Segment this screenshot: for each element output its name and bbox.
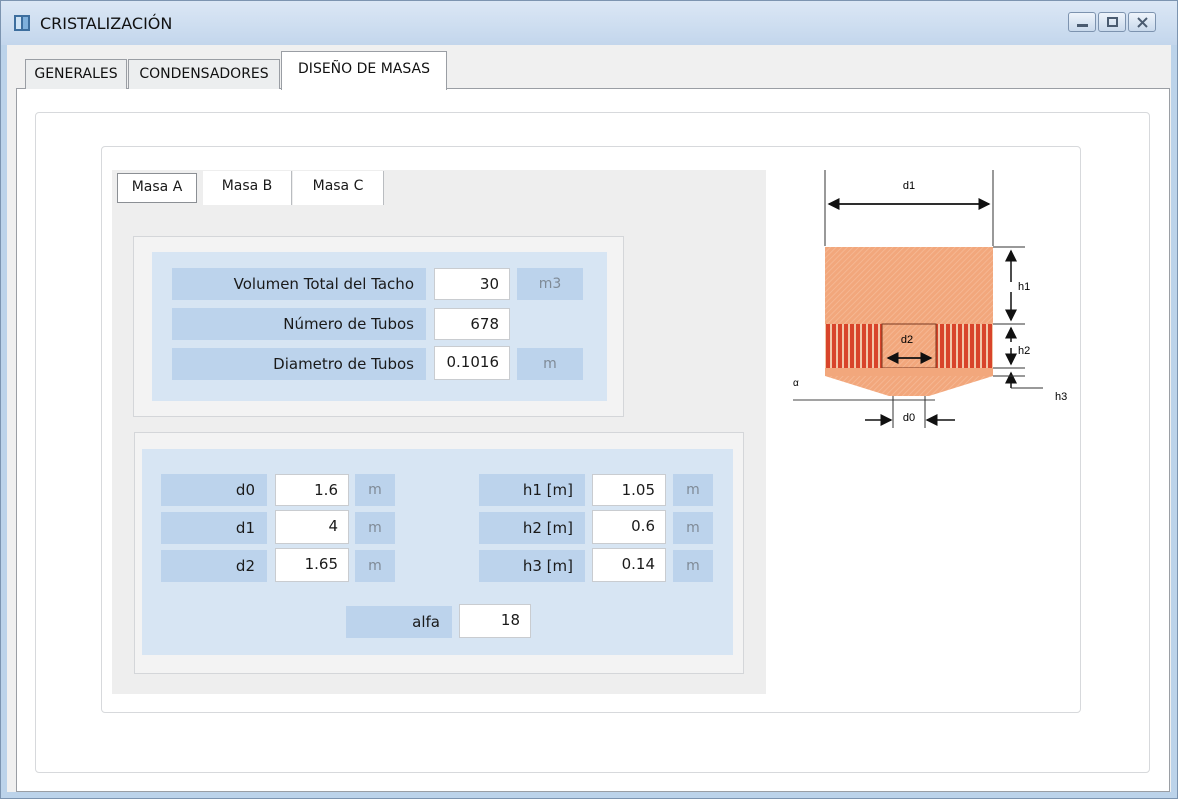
diametro-tubos-unit: m: [517, 348, 583, 380]
vessel-central-downtake: [882, 324, 936, 368]
tab-condensadores[interactable]: CONDENSADORES: [128, 59, 280, 89]
numero-tubos-label: Número de Tubos: [172, 308, 426, 340]
alfa-label: alfa: [346, 606, 452, 638]
h2-unit: m: [673, 512, 713, 544]
h1-label: h1 [m]: [479, 474, 585, 506]
tab-generales[interactable]: GENERALES: [25, 59, 127, 89]
volumen-field[interactable]: 30: [434, 268, 510, 300]
h1-unit: m: [673, 474, 713, 506]
vessel-diagram: d1 d2 α d0 h1 h2 h3: [793, 170, 1067, 428]
window-title: CRISTALIZACIÓN: [40, 14, 173, 33]
d1-label: d1: [161, 512, 267, 544]
minimize-button[interactable]: [1068, 12, 1096, 32]
subtab-masa-a[interactable]: Masa A: [117, 173, 197, 203]
d2-diagram-label: d2: [901, 334, 913, 346]
h1-field[interactable]: 1.05: [592, 474, 666, 506]
h2-diagram-label: h2: [1018, 345, 1030, 357]
d1-diagram-label: d1: [903, 180, 915, 192]
d0-label: d0: [161, 474, 267, 506]
diametro-tubos-label: Diametro de Tubos: [172, 348, 426, 380]
h3-unit: m: [673, 550, 713, 582]
h1-diagram-label: h1: [1018, 281, 1030, 293]
app-icon: [13, 14, 31, 32]
maximize-button[interactable]: [1098, 12, 1126, 32]
alfa-field[interactable]: 18: [459, 604, 531, 638]
vessel-cone: [825, 376, 993, 396]
subtab-masa-c[interactable]: Masa C: [293, 171, 384, 205]
h3-field[interactable]: 0.14: [592, 548, 666, 582]
h2-label: h2 [m]: [479, 512, 585, 544]
maximize-icon: [1107, 17, 1118, 27]
diametro-tubos-field[interactable]: 0.1016: [434, 346, 510, 380]
d0-unit: m: [355, 474, 395, 506]
minimize-icon: [1077, 24, 1088, 27]
volumen-label: Volumen Total del Tacho: [172, 268, 426, 300]
close-button[interactable]: [1128, 12, 1156, 32]
d1-field[interactable]: 4: [275, 510, 349, 544]
h2-field[interactable]: 0.6: [592, 510, 666, 544]
close-icon: [1137, 17, 1148, 28]
alpha-diagram-label: α: [793, 378, 799, 389]
d0-diagram-label: d0: [903, 412, 915, 424]
h3-diagram-label: h3: [1055, 391, 1067, 403]
tab-diseno-de-masas[interactable]: DISEÑO DE MASAS: [281, 51, 447, 90]
vessel-upper-body: [825, 247, 993, 324]
subtab-masa-b[interactable]: Masa B: [203, 171, 292, 205]
title-bar: [1, 1, 1177, 45]
volumen-unit: m3: [517, 268, 583, 300]
d1-unit: m: [355, 512, 395, 544]
vessel-lower-band: [825, 368, 993, 376]
d2-unit: m: [355, 550, 395, 582]
d2-label: d2: [161, 550, 267, 582]
d2-field[interactable]: 1.65: [275, 548, 349, 582]
d0-field[interactable]: 1.6: [275, 474, 349, 506]
numero-tubos-field[interactable]: 678: [434, 308, 510, 340]
h3-label: h3 [m]: [479, 550, 585, 582]
